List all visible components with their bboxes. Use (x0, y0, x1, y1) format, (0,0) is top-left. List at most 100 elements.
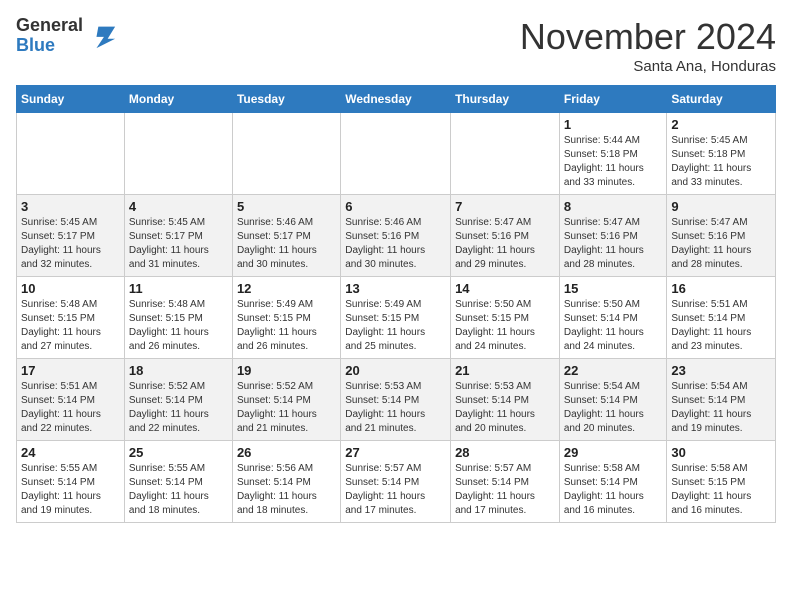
day-cell: 13 Sunrise: 5:49 AM Sunset: 5:15 PM Dayli… (341, 277, 451, 359)
day-number: 1 (564, 117, 663, 132)
day-number: 30 (671, 445, 771, 460)
day-cell: 7 Sunrise: 5:47 AM Sunset: 5:16 PM Daylig… (451, 195, 560, 277)
day-number: 25 (129, 445, 228, 460)
day-cell (451, 113, 560, 195)
day-info: Sunrise: 5:47 AM Sunset: 5:16 PM Dayligh… (671, 216, 771, 272)
day-cell: 18 Sunrise: 5:52 AM Sunset: 5:14 PM Dayli… (124, 359, 232, 441)
day-info: Sunrise: 5:46 AM Sunset: 5:16 PM Dayligh… (345, 216, 446, 272)
day-cell: 16Sunrise: 5:51 AM Sunset: 5:14 PM Dayli… (667, 277, 776, 359)
logo: General Blue (16, 16, 117, 56)
day-cell: 22Sunrise: 5:54 AM Sunset: 5:14 PM Dayli… (559, 359, 667, 441)
day-number: 17 (21, 363, 120, 378)
day-number: 21 (455, 363, 555, 378)
day-info: Sunrise: 5:45 AM Sunset: 5:17 PM Dayligh… (21, 216, 120, 272)
day-number: 23 (671, 363, 771, 378)
day-cell: 4 Sunrise: 5:45 AM Sunset: 5:17 PM Daylig… (124, 195, 232, 277)
day-number: 15 (564, 281, 663, 296)
day-cell: 26Sunrise: 5:56 AM Sunset: 5:14 PM Dayli… (232, 441, 340, 523)
day-info: Sunrise: 5:50 AM Sunset: 5:14 PM Dayligh… (564, 298, 663, 354)
day-info: Sunrise: 5:45 AM Sunset: 5:17 PM Dayligh… (129, 216, 228, 272)
calendar-body: 1Sunrise: 5:44 AM Sunset: 5:18 PM Daylig… (17, 113, 776, 523)
header-sunday: Sunday (17, 86, 125, 113)
day-cell: 5 Sunrise: 5:46 AM Sunset: 5:17 PM Daylig… (232, 195, 340, 277)
day-number: 29 (564, 445, 663, 460)
day-number: 27 (345, 445, 446, 460)
day-number: 26 (237, 445, 336, 460)
day-info: Sunrise: 5:53 AM Sunset: 5:14 PM Dayligh… (345, 380, 446, 436)
day-info: Sunrise: 5:46 AM Sunset: 5:17 PM Dayligh… (237, 216, 336, 272)
logo-blue: Blue (16, 36, 83, 56)
header-row: SundayMondayTuesdayWednesdayThursdayFrid… (17, 86, 776, 113)
day-number: 19 (237, 363, 336, 378)
day-number: 2 (671, 117, 771, 132)
day-info: Sunrise: 5:57 AM Sunset: 5:14 PM Dayligh… (455, 462, 555, 518)
day-info: Sunrise: 5:53 AM Sunset: 5:14 PM Dayligh… (455, 380, 555, 436)
logo-text: General Blue (16, 16, 83, 56)
day-cell (341, 113, 451, 195)
day-number: 20 (345, 363, 446, 378)
day-cell: 6 Sunrise: 5:46 AM Sunset: 5:16 PM Daylig… (341, 195, 451, 277)
day-info: Sunrise: 5:52 AM Sunset: 5:14 PM Dayligh… (129, 380, 228, 436)
day-number: 5 (237, 199, 336, 214)
day-cell: 29 Sunrise: 5:58 AM Sunset: 5:14 PM Dayli… (559, 441, 667, 523)
week-row-1: 3 Sunrise: 5:45 AM Sunset: 5:17 PM Daylig… (17, 195, 776, 277)
week-row-2: 10Sunrise: 5:48 AM Sunset: 5:15 PM Dayli… (17, 277, 776, 359)
day-info: Sunrise: 5:47 AM Sunset: 5:16 PM Dayligh… (564, 216, 663, 272)
day-number: 10 (21, 281, 120, 296)
day-info: Sunrise: 5:54 AM Sunset: 5:14 PM Dayligh… (564, 380, 663, 436)
day-info: Sunrise: 5:51 AM Sunset: 5:14 PM Dayligh… (671, 298, 771, 354)
day-info: Sunrise: 5:58 AM Sunset: 5:14 PM Dayligh… (564, 462, 663, 518)
day-number: 6 (345, 199, 446, 214)
day-cell: 1Sunrise: 5:44 AM Sunset: 5:18 PM Daylig… (559, 113, 667, 195)
day-number: 3 (21, 199, 120, 214)
day-number: 8 (564, 199, 663, 214)
day-cell: 23Sunrise: 5:54 AM Sunset: 5:14 PM Dayli… (667, 359, 776, 441)
header-thursday: Thursday (451, 86, 560, 113)
title-block: November 2024 Santa Ana, Honduras (520, 16, 776, 75)
day-number: 11 (129, 281, 228, 296)
day-info: Sunrise: 5:47 AM Sunset: 5:16 PM Dayligh… (455, 216, 555, 272)
header-monday: Monday (124, 86, 232, 113)
day-cell (232, 113, 340, 195)
day-number: 24 (21, 445, 120, 460)
day-cell: 8 Sunrise: 5:47 AM Sunset: 5:16 PM Daylig… (559, 195, 667, 277)
header-saturday: Saturday (667, 86, 776, 113)
day-cell: 15 Sunrise: 5:50 AM Sunset: 5:14 PM Dayli… (559, 277, 667, 359)
day-info: Sunrise: 5:49 AM Sunset: 5:15 PM Dayligh… (237, 298, 336, 354)
logo-icon (89, 22, 117, 50)
day-info: Sunrise: 5:45 AM Sunset: 5:18 PM Dayligh… (671, 134, 771, 190)
day-cell: 30 Sunrise: 5:58 AM Sunset: 5:15 PM Dayli… (667, 441, 776, 523)
month-title: November 2024 (520, 16, 776, 58)
day-info: Sunrise: 5:55 AM Sunset: 5:14 PM Dayligh… (21, 462, 120, 518)
day-cell: 24 Sunrise: 5:55 AM Sunset: 5:14 PM Dayli… (17, 441, 125, 523)
day-number: 14 (455, 281, 555, 296)
day-number: 28 (455, 445, 555, 460)
logo-general: General (16, 16, 83, 36)
day-info: Sunrise: 5:57 AM Sunset: 5:14 PM Dayligh… (345, 462, 446, 518)
page-header: General Blue November 2024 Santa Ana, Ho… (16, 16, 776, 75)
day-cell: 20 Sunrise: 5:53 AM Sunset: 5:14 PM Dayli… (341, 359, 451, 441)
location: Santa Ana, Honduras (520, 58, 776, 75)
day-info: Sunrise: 5:50 AM Sunset: 5:15 PM Dayligh… (455, 298, 555, 354)
day-cell: 14 Sunrise: 5:50 AM Sunset: 5:15 PM Dayli… (451, 277, 560, 359)
day-cell: 28 Sunrise: 5:57 AM Sunset: 5:14 PM Dayli… (451, 441, 560, 523)
day-info: Sunrise: 5:51 AM Sunset: 5:14 PM Dayligh… (21, 380, 120, 436)
day-cell: 11Sunrise: 5:48 AM Sunset: 5:15 PM Dayli… (124, 277, 232, 359)
day-number: 18 (129, 363, 228, 378)
day-info: Sunrise: 5:49 AM Sunset: 5:15 PM Dayligh… (345, 298, 446, 354)
day-cell (124, 113, 232, 195)
day-cell: 27 Sunrise: 5:57 AM Sunset: 5:14 PM Dayli… (341, 441, 451, 523)
day-cell: 17 Sunrise: 5:51 AM Sunset: 5:14 PM Dayli… (17, 359, 125, 441)
day-cell: 9Sunrise: 5:47 AM Sunset: 5:16 PM Daylig… (667, 195, 776, 277)
calendar-header: SundayMondayTuesdayWednesdayThursdayFrid… (17, 86, 776, 113)
day-info: Sunrise: 5:58 AM Sunset: 5:15 PM Dayligh… (671, 462, 771, 518)
day-number: 13 (345, 281, 446, 296)
day-cell (17, 113, 125, 195)
day-cell: 2 Sunrise: 5:45 AM Sunset: 5:18 PM Daylig… (667, 113, 776, 195)
week-row-3: 17 Sunrise: 5:51 AM Sunset: 5:14 PM Dayli… (17, 359, 776, 441)
day-number: 7 (455, 199, 555, 214)
day-number: 4 (129, 199, 228, 214)
day-info: Sunrise: 5:52 AM Sunset: 5:14 PM Dayligh… (237, 380, 336, 436)
day-cell: 25Sunrise: 5:55 AM Sunset: 5:14 PM Dayli… (124, 441, 232, 523)
header-wednesday: Wednesday (341, 86, 451, 113)
